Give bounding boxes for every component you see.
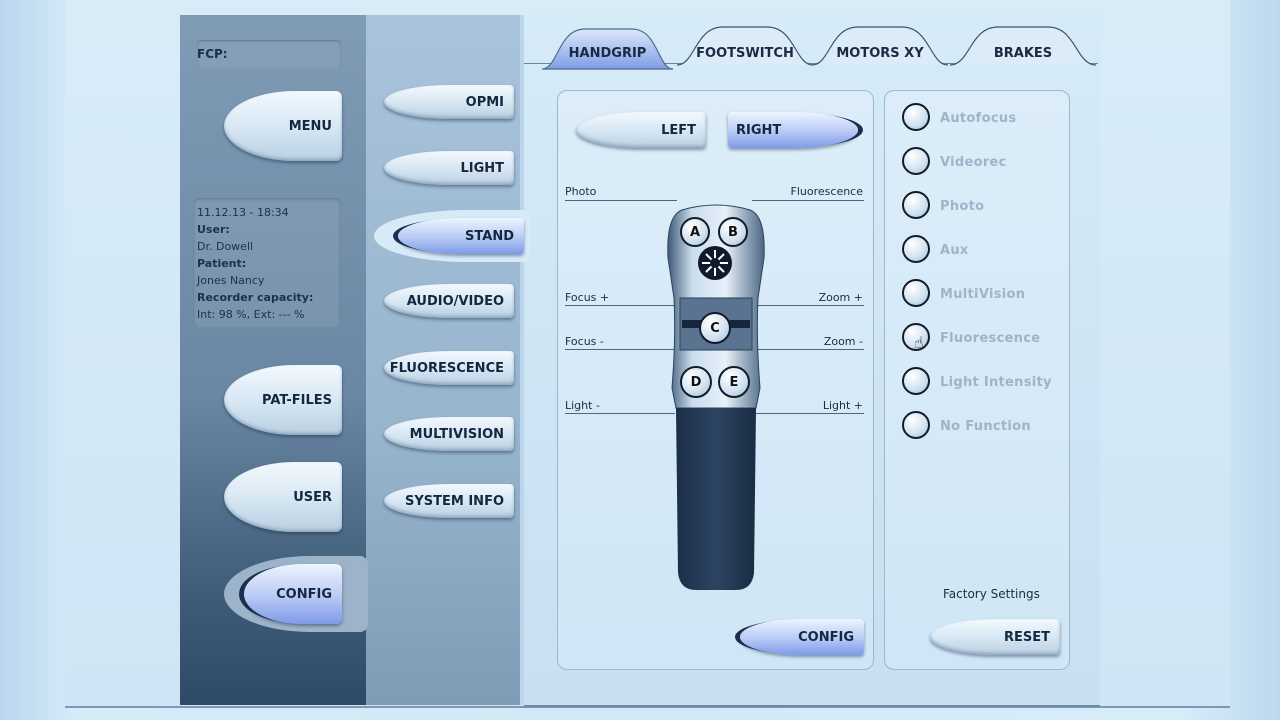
menu-item-opmi[interactable]: OPMI bbox=[384, 85, 514, 119]
user-value: Dr. Dowell bbox=[197, 240, 254, 253]
option-photo-label: Photo bbox=[940, 199, 985, 214]
patient-label: Patient: bbox=[197, 257, 247, 270]
handgrip-config-button[interactable]: CONFIG bbox=[740, 619, 864, 655]
label-light-plus: Light + bbox=[822, 399, 863, 412]
option-light-intensity-label: Light Intensity bbox=[940, 375, 1052, 390]
left-side-button[interactable]: LEFT bbox=[576, 112, 706, 148]
user-label: User: bbox=[197, 223, 230, 236]
label-fluorescence: Fluorescence bbox=[790, 185, 863, 198]
menu-item-fluorescence[interactable]: FLUORESCENCE bbox=[384, 351, 514, 385]
menu-item-stand[interactable]: STAND bbox=[398, 218, 524, 254]
leader-light-minus bbox=[565, 413, 675, 414]
option-multivision-label: MultiVision bbox=[940, 287, 1026, 302]
radio-photo[interactable] bbox=[902, 191, 930, 219]
right-side-button[interactable]: RIGHT bbox=[728, 112, 858, 148]
radio-no-function[interactable] bbox=[902, 411, 930, 439]
tab-brakes-label: BRAKES bbox=[993, 46, 1053, 61]
label-focus-plus: Focus + bbox=[565, 291, 610, 304]
menu-item-system-info[interactable]: SYSTEM INFO bbox=[384, 484, 514, 518]
recorder-value: Int: 98 %, Ext: --- % bbox=[197, 308, 305, 321]
recorder-label: Recorder capacity: bbox=[197, 291, 314, 304]
hand-pointer-cursor-icon: ☝ bbox=[914, 333, 924, 352]
factory-settings-label: Factory Settings bbox=[943, 587, 1040, 601]
tab-handgrip[interactable]: HANDGRIP bbox=[540, 25, 675, 70]
datetime: 11.12.13 - 18:34 bbox=[197, 206, 289, 219]
leader-light-plus bbox=[756, 413, 864, 414]
handgrip-button-c[interactable]: C bbox=[699, 312, 731, 344]
tab-brakes[interactable]: BRAKES bbox=[948, 25, 1098, 67]
label-zoom-plus: Zoom + bbox=[818, 291, 863, 304]
option-autofocus-label: Autofocus bbox=[940, 111, 1017, 126]
radio-autofocus[interactable] bbox=[902, 103, 930, 131]
handgrip-button-e[interactable]: E bbox=[718, 366, 750, 398]
radio-videorec[interactable] bbox=[902, 147, 930, 175]
radio-light-intensity[interactable] bbox=[902, 367, 930, 395]
option-aux-label: Aux bbox=[940, 243, 969, 258]
handgrip-button-d[interactable]: D bbox=[680, 366, 712, 398]
handgrip-button-b[interactable]: B bbox=[718, 217, 748, 247]
option-videorec-label: Videorec bbox=[940, 155, 1007, 170]
label-zoom-minus: Zoom - bbox=[823, 335, 863, 348]
label-light-minus: Light - bbox=[565, 399, 600, 412]
fcp-label: FCP: bbox=[197, 47, 228, 61]
tab-handgrip-label: HANDGRIP bbox=[568, 46, 647, 61]
menu-item-multivision[interactable]: MULTIVISION bbox=[384, 417, 514, 451]
tab-motors-xy-label: MOTORS XY bbox=[836, 46, 924, 61]
label-photo: Photo bbox=[565, 185, 597, 198]
patient-value: Jones Nancy bbox=[197, 274, 265, 287]
tab-footswitch[interactable]: FOOTSWITCH bbox=[675, 25, 815, 67]
tab-motors-xy[interactable]: MOTORS XY bbox=[810, 25, 950, 67]
tab-footswitch-label: FOOTSWITCH bbox=[696, 46, 794, 61]
reset-button[interactable]: RESET bbox=[930, 619, 1060, 655]
radio-aux[interactable] bbox=[902, 235, 930, 263]
label-focus-minus: Focus - bbox=[565, 335, 604, 348]
option-fluorescence-label: Fluorescence bbox=[940, 331, 1041, 346]
handgrip-button-a[interactable]: A bbox=[680, 217, 710, 247]
handgrip-illustration bbox=[667, 204, 765, 590]
radio-multivision[interactable] bbox=[902, 279, 930, 307]
menu-item-audio-video[interactable]: AUDIO/VIDEO bbox=[384, 284, 514, 318]
option-no-function-label: No Function bbox=[940, 419, 1031, 434]
menu-item-light[interactable]: LIGHT bbox=[384, 151, 514, 185]
